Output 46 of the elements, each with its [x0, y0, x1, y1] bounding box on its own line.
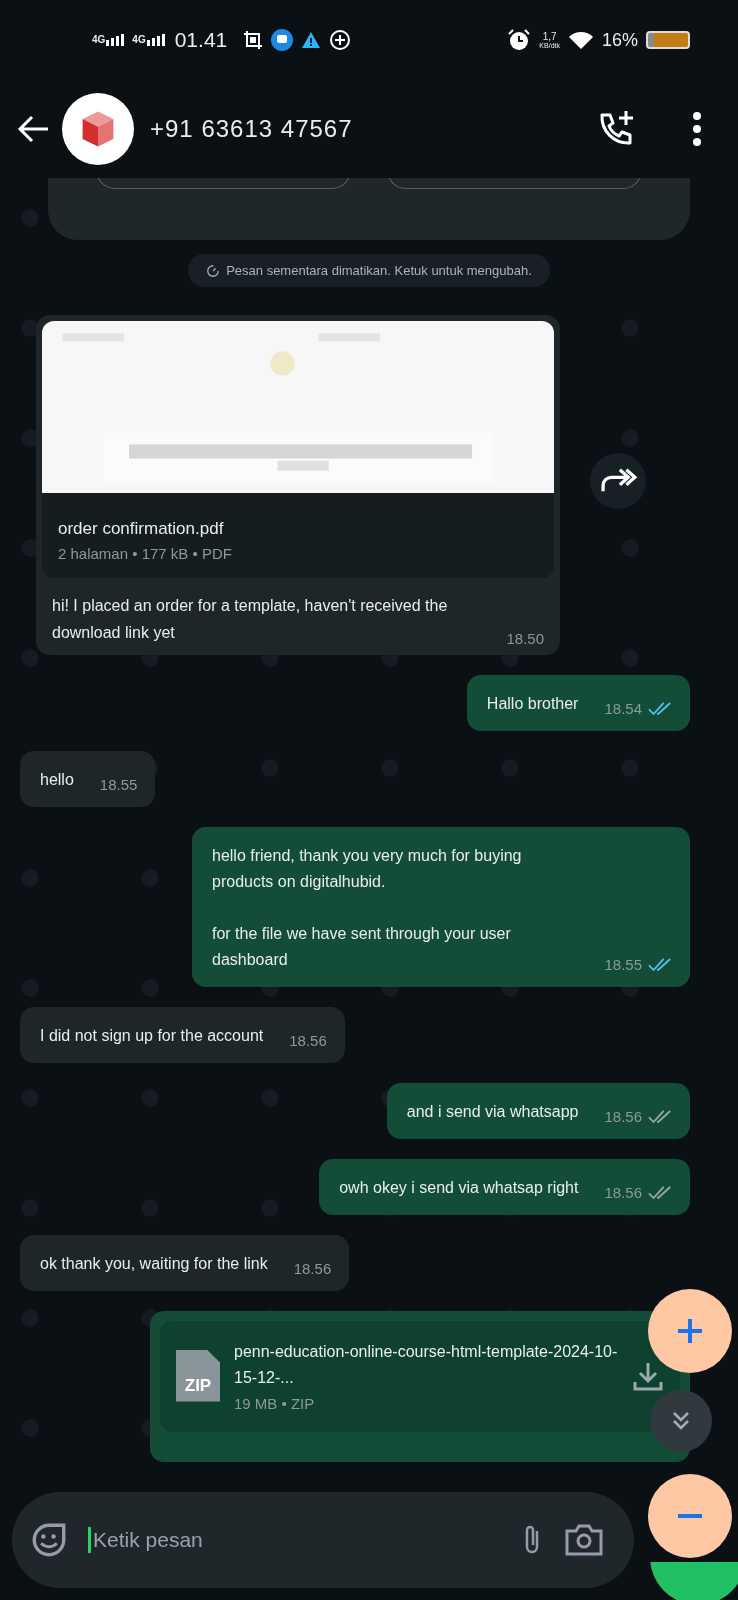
file-name: penn-education-online-course-html-template-2024-10-15-12-...	[234, 1342, 618, 1388]
add-circle-icon	[329, 29, 352, 51]
message-time: 18.56	[293, 1260, 332, 1277]
timer-icon	[206, 263, 221, 278]
more-options-icon[interactable]	[692, 111, 702, 147]
voice-button[interactable]	[650, 1562, 738, 1600]
signal-indicator: 4G	[132, 34, 165, 46]
message-text: hello friend, thank you very much for buying products on digitalhubid. for the file we have sent through your user dashboard	[212, 846, 523, 970]
message-time: 18.56	[604, 1108, 642, 1125]
file-details: 2 halaman • 177 kB • PDF	[58, 545, 233, 562]
clock: 01.41	[174, 28, 228, 52]
message-input[interactable]: Ketik pesan	[88, 1527, 500, 1553]
contact-name[interactable]: +91 63613 47567	[150, 115, 353, 143]
plus-icon	[675, 1316, 705, 1346]
message-text: Hallo brother	[486, 694, 579, 714]
back-icon[interactable]	[16, 114, 50, 144]
sticker-icon[interactable]	[32, 1523, 66, 1557]
message-time: 18.56	[604, 1184, 642, 1201]
message-text: hello	[40, 770, 74, 790]
message-text: hi! I placed an order for a template, haven't received the download link yet	[52, 596, 449, 643]
alarm-icon	[507, 28, 532, 52]
camera-icon[interactable]	[564, 1523, 604, 1557]
screenshot-icon	[243, 30, 264, 50]
message-time: 18.54	[604, 700, 642, 717]
app-icon	[271, 29, 294, 51]
message-text: ok thank you, waiting for the link	[40, 1254, 268, 1274]
forward-button[interactable]	[590, 453, 646, 509]
wifi-icon	[567, 30, 594, 50]
battery-icon	[646, 31, 690, 49]
battery-percentage: 16%	[601, 29, 638, 51]
signal-indicator: 4G	[92, 34, 125, 46]
message-text: I did not sign up for the account	[40, 1026, 264, 1046]
file-name: order confirmation.pdf	[58, 519, 225, 539]
message-time: 18.56	[289, 1032, 327, 1049]
warning-icon	[301, 30, 322, 50]
document-attachment[interactable]: order confirmation.pdf 2 halaman • 177 kB • PDF	[42, 321, 554, 578]
message-text: and i send via whatsapp	[406, 1102, 579, 1122]
message-time: 18.50	[506, 630, 544, 647]
message-time: 18.55	[604, 956, 642, 973]
message-time: 18.55	[99, 776, 138, 793]
file-details: 19 MB • ZIP	[234, 1395, 316, 1412]
minus-icon	[675, 1514, 705, 1518]
message-text: owh okey i send via whatsap right	[339, 1178, 579, 1198]
system-notice[interactable]: Pesan sementara dimatikan. Ketuk untuk mengubah.	[188, 254, 550, 287]
zip-file-icon: ZIP	[176, 1349, 220, 1402]
document-attachment[interactable]: ZIP penn-education-online-course-html-template-2024-10-15-12-... 19 MB • ZIP	[160, 1321, 680, 1432]
